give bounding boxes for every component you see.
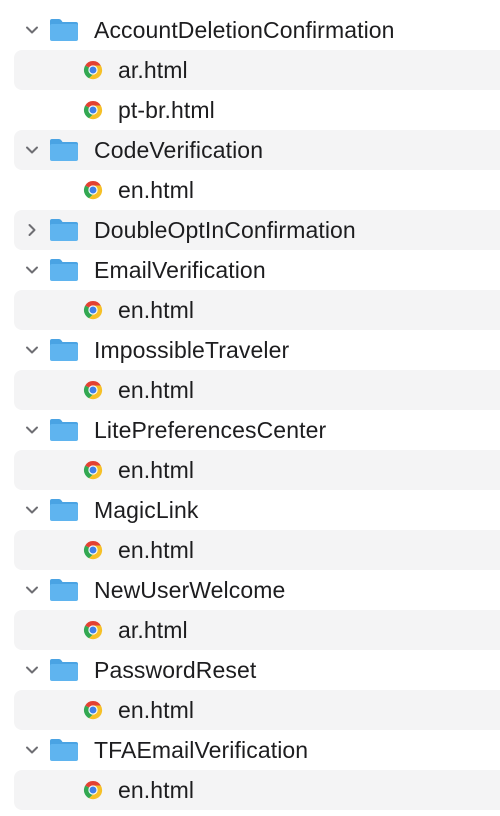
chevron-down-icon[interactable] xyxy=(22,20,42,40)
chevron-down-icon[interactable] xyxy=(22,420,42,440)
chevron-down-icon[interactable] xyxy=(22,340,42,360)
chevron-down-icon[interactable] xyxy=(22,740,42,760)
chevron-right-icon[interactable] xyxy=(22,220,42,240)
file-name: en.html xyxy=(118,296,195,323)
folder-name: TFAEmailVerification xyxy=(94,736,309,763)
file-row[interactable]: en.html xyxy=(0,290,500,330)
file-row[interactable]: en.html xyxy=(0,370,500,410)
chrome-icon xyxy=(82,299,104,321)
chrome-icon xyxy=(82,539,104,561)
folder-name: LitePreferencesCenter xyxy=(94,416,327,443)
chevron-down-icon[interactable] xyxy=(22,660,42,680)
file-name: en.html xyxy=(118,536,195,563)
folder-name: ImpossibleTraveler xyxy=(94,336,290,363)
chrome-icon xyxy=(82,179,104,201)
file-row[interactable]: ar.html xyxy=(0,610,500,650)
folder-icon xyxy=(48,257,80,283)
file-row[interactable]: ar.html xyxy=(0,50,500,90)
folder-icon xyxy=(48,17,80,43)
chevron-down-icon[interactable] xyxy=(22,580,42,600)
chrome-icon xyxy=(82,619,104,641)
chrome-icon xyxy=(82,59,104,81)
folder-icon xyxy=(48,417,80,443)
chrome-icon xyxy=(82,699,104,721)
file-row[interactable]: pt-br.html xyxy=(0,90,500,130)
file-name: en.html xyxy=(118,776,195,803)
folder-name: AccountDeletionConfirmation xyxy=(94,16,395,43)
file-name: ar.html xyxy=(118,616,188,643)
folder-row[interactable]: AccountDeletionConfirmation xyxy=(0,10,500,50)
folder-name: CodeVerification xyxy=(94,136,264,163)
file-name: en.html xyxy=(118,376,195,403)
file-row[interactable]: en.html xyxy=(0,450,500,490)
file-row[interactable]: en.html xyxy=(0,530,500,570)
chevron-down-icon[interactable] xyxy=(22,500,42,520)
folder-row[interactable]: LitePreferencesCenter xyxy=(0,410,500,450)
chrome-icon xyxy=(82,459,104,481)
file-name: pt-br.html xyxy=(118,96,215,123)
folder-row[interactable]: DoubleOptInConfirmation xyxy=(0,210,500,250)
file-row[interactable]: en.html xyxy=(0,770,500,810)
folder-row[interactable]: TFAEmailVerification xyxy=(0,730,500,770)
file-row[interactable]: en.html xyxy=(0,170,500,210)
folder-row[interactable]: NewUserWelcome xyxy=(0,570,500,610)
folder-icon xyxy=(48,497,80,523)
folder-row[interactable]: CodeVerification xyxy=(0,130,500,170)
folder-row[interactable]: ImpossibleTraveler xyxy=(0,330,500,370)
folder-name: DoubleOptInConfirmation xyxy=(94,216,356,243)
folder-icon xyxy=(48,137,80,163)
folder-name: NewUserWelcome xyxy=(94,576,286,603)
finder-file-tree: AccountDeletionConfirmation ar.html pt-br.… xyxy=(0,0,500,816)
file-name: en.html xyxy=(118,696,195,723)
folder-icon xyxy=(48,577,80,603)
file-name: en.html xyxy=(118,176,195,203)
file-name: ar.html xyxy=(118,56,188,83)
folder-name: MagicLink xyxy=(94,496,199,523)
folder-icon xyxy=(48,217,80,243)
chevron-down-icon[interactable] xyxy=(22,140,42,160)
chrome-icon xyxy=(82,379,104,401)
folder-row[interactable]: MagicLink xyxy=(0,490,500,530)
folder-row[interactable]: PasswordReset xyxy=(0,650,500,690)
folder-icon xyxy=(48,657,80,683)
folder-name: EmailVerification xyxy=(94,256,266,283)
chevron-down-icon[interactable] xyxy=(22,260,42,280)
folder-icon xyxy=(48,337,80,363)
chrome-icon xyxy=(82,779,104,801)
file-row[interactable]: en.html xyxy=(0,690,500,730)
folder-name: PasswordReset xyxy=(94,656,257,683)
chrome-icon xyxy=(82,99,104,121)
file-name: en.html xyxy=(118,456,195,483)
folder-row[interactable]: EmailVerification xyxy=(0,250,500,290)
folder-icon xyxy=(48,737,80,763)
